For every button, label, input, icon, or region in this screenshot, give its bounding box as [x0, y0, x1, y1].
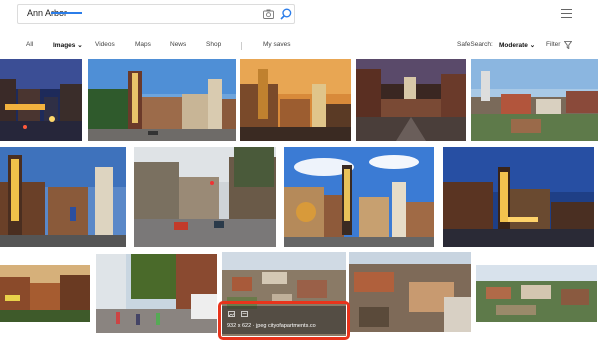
camera-icon[interactable] [263, 9, 274, 19]
tab-images[interactable]: Images ⌄ [53, 41, 83, 49]
nav-divider [241, 42, 242, 50]
search-box[interactable]: Ann Arbor [17, 4, 295, 24]
tab-videos[interactable]: Videos [95, 41, 115, 48]
my-saves-link[interactable]: My saves [263, 41, 290, 48]
image-result[interactable] [0, 59, 82, 141]
safesearch-label: SafeSearch: [457, 41, 493, 48]
chevron-down-icon: ⌄ [77, 42, 83, 49]
chevron-down-icon: ⌄ [529, 42, 536, 49]
tab-maps[interactable]: Maps [135, 41, 151, 48]
image-result[interactable] [88, 59, 236, 141]
vertical-nav: All Images ⌄ Videos Maps News Shop My sa… [0, 41, 598, 55]
image-result[interactable] [356, 59, 466, 141]
filter-button[interactable]: Filter [546, 41, 560, 48]
tab-news[interactable]: News [170, 41, 186, 48]
image-result[interactable] [134, 147, 276, 247]
tab-all[interactable]: All [26, 41, 33, 48]
image-result[interactable] [471, 59, 598, 141]
image-result[interactable] [284, 147, 434, 247]
image-result[interactable] [476, 265, 597, 322]
tab-shop[interactable]: Shop [206, 41, 221, 48]
active-tab-indicator [51, 12, 82, 14]
image-result[interactable] [240, 59, 351, 141]
hamburger-menu-icon[interactable] [561, 9, 572, 18]
safesearch-value: Moderate [499, 42, 528, 49]
image-result[interactable] [96, 254, 217, 333]
safesearch-dropdown[interactable]: Moderate ⌄ [499, 41, 535, 49]
image-result[interactable] [0, 147, 126, 247]
search-icon[interactable] [280, 8, 292, 20]
tab-images-label: Images [53, 42, 76, 49]
image-result[interactable] [0, 265, 90, 322]
image-result[interactable] [443, 147, 594, 247]
image-result[interactable] [349, 252, 471, 332]
funnel-icon[interactable] [564, 41, 572, 49]
red-highlight-annotation [218, 301, 350, 340]
